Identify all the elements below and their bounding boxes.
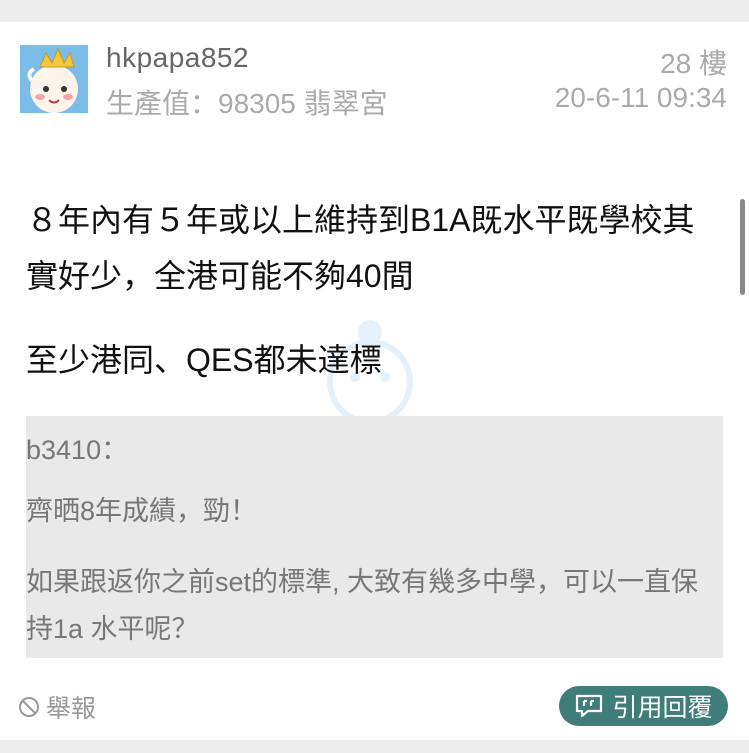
post-paragraph: ８年內有５年或以上維持到B1A既水平既學校其實好少，全港可能不夠40間: [26, 202, 695, 294]
ban-icon: [19, 697, 39, 717]
quote-paragraph: 齊晒8年成績，勁！: [26, 496, 258, 526]
username[interactable]: hkpapa852: [106, 42, 249, 74]
report-label: 舉報: [46, 695, 97, 723]
quote-author: b3410：: [26, 435, 129, 465]
quote-text: 齊晒8年成績，勁！ 如果跟返你之前set的標準, 大致有幾多中學，可以一直保持1…: [26, 488, 716, 677]
baby-king-avatar-icon: [20, 45, 88, 113]
post-time: 20-6-11 09:34: [554, 82, 727, 113]
floor-number: 28 樓: [660, 48, 727, 79]
quote-paragraph: 如果跟返你之前set的標準, 大致有幾多中學，可以一直保持1a 水平呢？: [26, 567, 699, 644]
user-meta: 生產值：98305 翡翠宮: [106, 88, 388, 119]
post-paragraph: 至少港同、QES都未達標: [26, 342, 382, 378]
scrollbar[interactable]: [740, 199, 745, 295]
quoted-post: b3410： 齊晒8年成績，勁！ 如果跟返你之前set的標準, 大致有幾多中學，…: [26, 416, 723, 658]
report-button[interactable]: 舉報: [18, 690, 96, 724]
post-card: hkpapa852 生產值：98305 翡翠宮 28 樓 20-6-11 09:…: [0, 22, 749, 740]
quote-reply-button[interactable]: 引用回覆: [559, 686, 728, 726]
post-content: ８年內有５年或以上維持到B1A既水平既學校其實好少，全港可能不夠40間 至少港同…: [26, 192, 726, 416]
quote-reply-icon: [576, 694, 603, 718]
reply-label: 引用回覆: [612, 694, 713, 722]
user-avatar[interactable]: [20, 45, 88, 113]
